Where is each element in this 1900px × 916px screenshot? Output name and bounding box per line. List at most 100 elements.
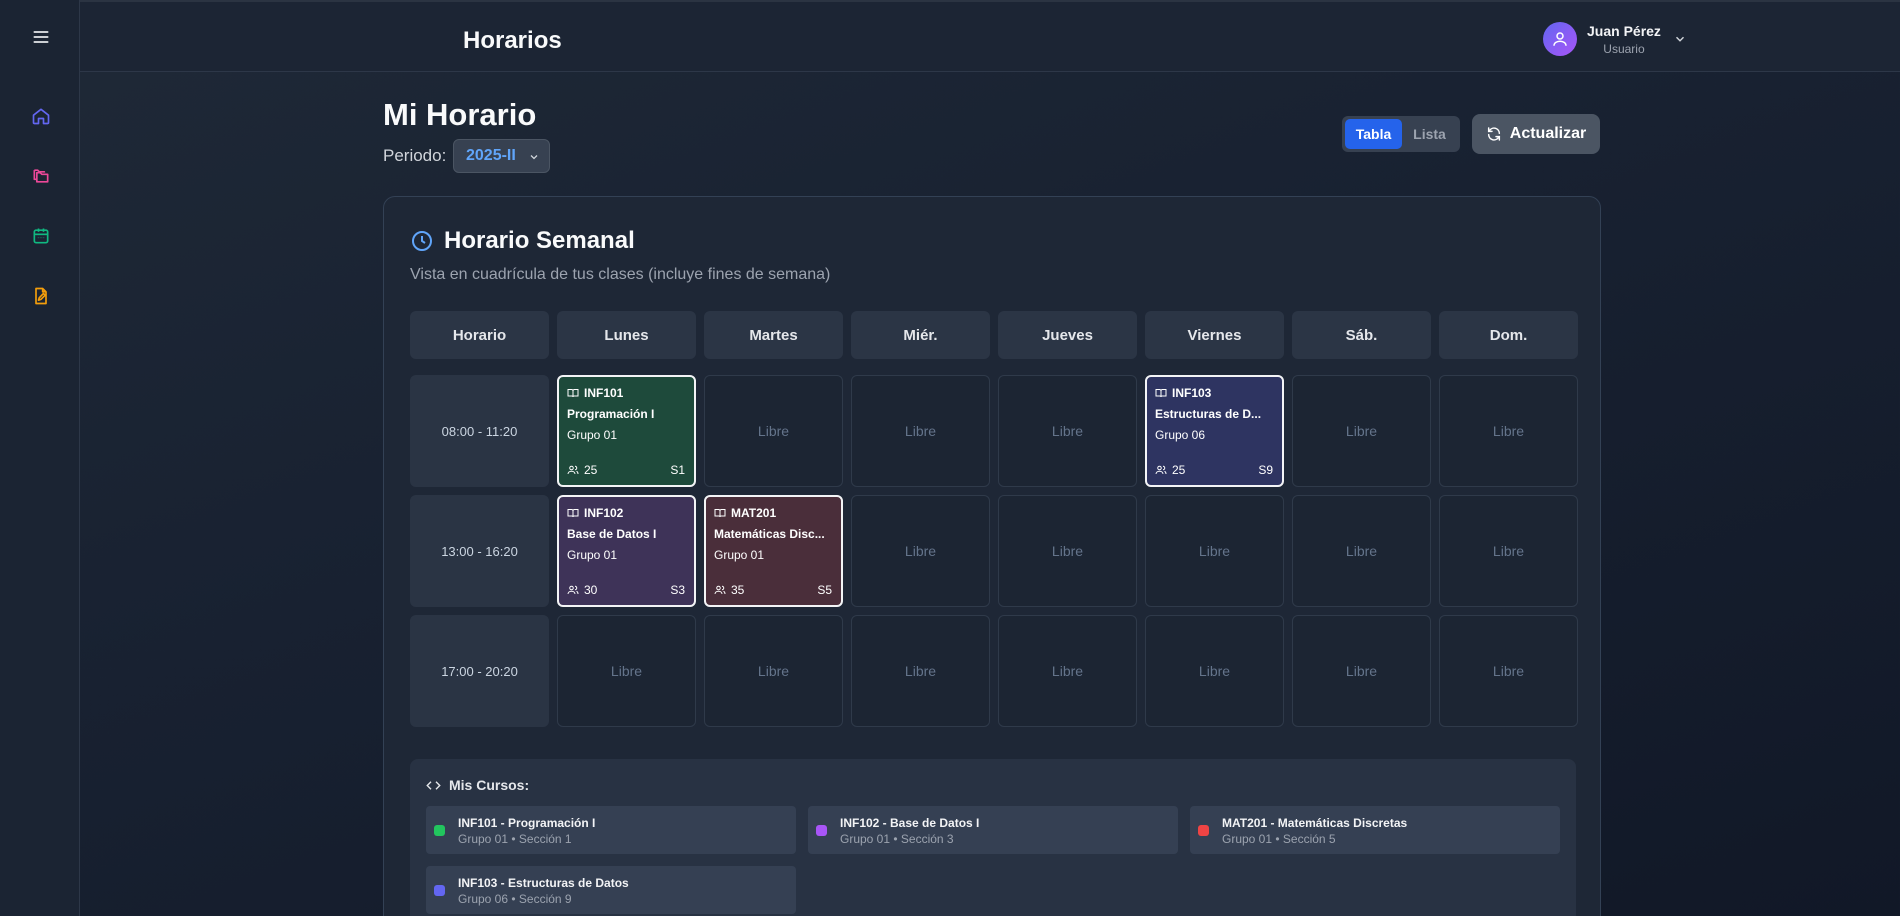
course-color-dot: [434, 885, 445, 896]
sidebar-item-grades[interactable]: [24, 279, 58, 313]
free-slot: Libre: [998, 615, 1137, 727]
class-group: Grupo 01: [714, 548, 765, 562]
sidebar-item-home[interactable]: [24, 99, 58, 133]
book-icon: [567, 509, 579, 518]
clock-icon: [412, 231, 432, 251]
header-viernes: Viernes: [1145, 311, 1284, 359]
free-slot: Libre: [557, 615, 696, 727]
top-bar: Horarios Juan Pérez Usuario: [80, 0, 1900, 72]
free-slot: Libre: [704, 375, 843, 487]
user-icon: [1553, 32, 1567, 46]
free-slot: Libre: [1145, 615, 1284, 727]
class-code: INF101: [584, 386, 624, 400]
users-icon: [567, 585, 579, 595]
course-title: MAT201 - Matemáticas Discretas: [1222, 816, 1408, 830]
menu-button[interactable]: [24, 20, 58, 54]
class-name: Estructuras de D...: [1155, 407, 1262, 421]
free-slot: Libre: [1439, 375, 1578, 487]
free-slot: Libre: [998, 495, 1137, 607]
header-title: Horarios: [463, 27, 562, 54]
tab-lista[interactable]: Lista: [1402, 119, 1457, 149]
courses-title: Mis Cursos:: [426, 777, 529, 793]
class-name: Programación I: [567, 407, 655, 421]
course-item-mat201[interactable]: MAT201 - Matemáticas Discretas Grupo 01 …: [1190, 806, 1560, 854]
time-slot-2: 13:00 - 16:20: [410, 495, 549, 607]
code-icon: [426, 780, 441, 790]
chevron-down-icon: [530, 155, 538, 160]
periodo-label: Periodo:: [383, 146, 447, 165]
course-subtitle: Grupo 01 • Sección 1: [458, 832, 572, 846]
calendar-icon: [33, 228, 49, 244]
user-menu[interactable]: Juan Pérez Usuario: [1543, 21, 1687, 57]
class-students: 30: [584, 583, 598, 597]
periodo-value: 2025-II: [466, 147, 516, 164]
course-subtitle: Grupo 01 • Sección 3: [840, 832, 954, 846]
sidebar-item-schedule[interactable]: [24, 219, 58, 253]
sidebar-item-courses[interactable]: [24, 159, 58, 193]
tab-tabla[interactable]: Tabla: [1345, 119, 1402, 149]
book-icon: [1155, 389, 1167, 398]
schedule-title-text: Horario Semanal: [444, 227, 635, 254]
free-slot: Libre: [704, 615, 843, 727]
class-group: Grupo 01: [567, 548, 618, 562]
refresh-button[interactable]: Actualizar: [1472, 114, 1600, 154]
course-title: INF103 - Estructuras de Datos: [458, 876, 629, 890]
header-lunes: Lunes: [557, 311, 696, 359]
class-card-inf102[interactable]: INF102 Base de Datos I Grupo 01 30 S3: [557, 495, 696, 607]
class-code: MAT201: [731, 506, 777, 520]
course-subtitle: Grupo 01 • Sección 5: [1222, 832, 1336, 846]
sidebar: [0, 0, 80, 916]
course-item-inf101[interactable]: INF101 - Programación I Grupo 01 • Secci…: [426, 806, 796, 854]
folders-icon: [33, 169, 49, 183]
class-card-inf103[interactable]: INF103 Estructuras de D... Grupo 06 25 S9: [1145, 375, 1284, 487]
class-section: S3: [670, 583, 685, 597]
header-jueves: Jueves: [998, 311, 1137, 359]
free-slot: Libre: [1439, 495, 1578, 607]
free-slot: Libre: [1145, 495, 1284, 607]
chevron-down-icon: [1675, 36, 1684, 42]
class-code: INF102: [584, 506, 624, 520]
class-students: 25: [1172, 463, 1186, 477]
class-code: INF103: [1172, 386, 1212, 400]
course-subtitle: Grupo 06 • Sección 9: [458, 892, 572, 906]
free-slot: Libre: [851, 615, 990, 727]
page-title: Mi Horario: [383, 97, 537, 132]
periodo-select[interactable]: 2025-II: [453, 139, 550, 173]
free-slot: Libre: [1439, 615, 1578, 727]
avatar: [1543, 22, 1577, 56]
schedule-title: Horario Semanal: [410, 227, 635, 255]
user-role: Usuario: [1603, 41, 1645, 56]
courses-panel: Mis Cursos: INF101 - Programación I Grup…: [410, 759, 1576, 916]
class-name: Matemáticas Disc...: [714, 527, 825, 541]
header-martes: Martes: [704, 311, 843, 359]
course-color-dot: [434, 825, 445, 836]
book-icon: [567, 389, 579, 398]
class-card-mat201[interactable]: MAT201 Matemáticas Disc... Grupo 01 35 S5: [704, 495, 843, 607]
refresh-label: Actualizar: [1509, 125, 1587, 142]
user-name: Juan Pérez: [1587, 22, 1661, 39]
class-group: Grupo 06: [1155, 428, 1206, 442]
class-card-inf101[interactable]: INF101 Programación I Grupo 01 25 S1: [557, 375, 696, 487]
course-item-inf103[interactable]: INF103 - Estructuras de Datos Grupo 06 •…: [426, 866, 796, 914]
class-section: S1: [670, 463, 685, 477]
users-icon: [714, 585, 726, 595]
users-icon: [1155, 465, 1167, 475]
hamburger-icon: [33, 31, 49, 43]
course-item-inf102[interactable]: INF102 - Base de Datos I Grupo 01 • Secc…: [808, 806, 1178, 854]
time-slot-3: 17:00 - 20:20: [410, 615, 549, 727]
free-slot: Libre: [1292, 375, 1431, 487]
schedule-subtitle: Vista en cuadrícula de tus clases (inclu…: [410, 266, 831, 283]
refresh-icon: [1487, 127, 1500, 141]
courses-title-text: Mis Cursos:: [449, 777, 530, 793]
class-section: S9: [1258, 463, 1273, 477]
course-color-dot: [816, 825, 827, 836]
class-group: Grupo 01: [567, 428, 618, 442]
free-slot: Libre: [998, 375, 1137, 487]
home-icon: [32, 108, 50, 125]
time-slot-1: 08:00 - 11:20: [410, 375, 549, 487]
schedule-card: Horario Semanal Vista en cuadrícula de t…: [383, 196, 1601, 916]
file-edit-icon: [35, 287, 47, 305]
class-students: 35: [731, 583, 745, 597]
header-horario: Horario: [410, 311, 549, 359]
course-color-dot: [1198, 825, 1209, 836]
